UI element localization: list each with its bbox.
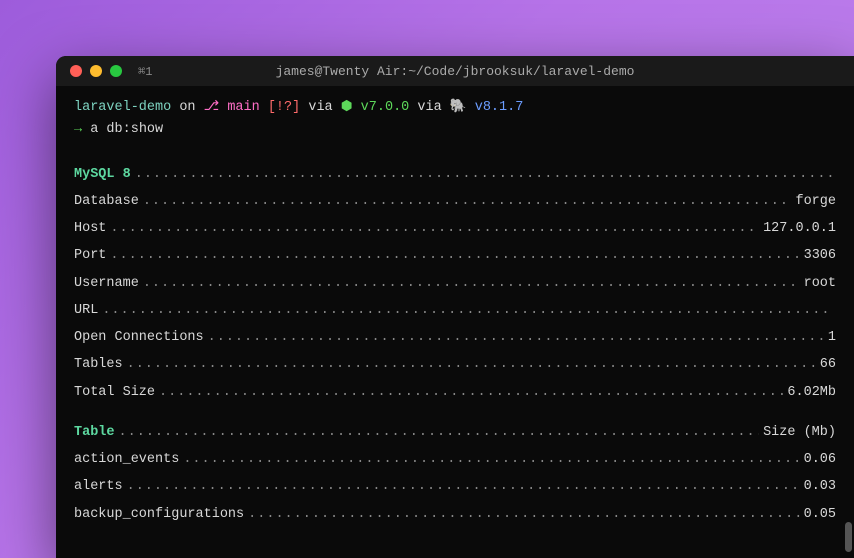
table-header-value: Size (Mb) bbox=[763, 423, 836, 443]
table-name: alerts bbox=[74, 477, 123, 497]
db-info-label: Database bbox=[74, 192, 139, 212]
table-size: 0.03 bbox=[804, 477, 836, 497]
node-icon: ⬢ bbox=[341, 100, 353, 115]
close-button[interactable] bbox=[70, 65, 82, 77]
table-header-row: Table ..................................… bbox=[74, 423, 836, 443]
db-info-label: URL bbox=[74, 301, 98, 321]
table-size: 0.05 bbox=[804, 505, 836, 525]
dots: ........................................… bbox=[183, 450, 799, 470]
dots: ........................................… bbox=[127, 355, 816, 375]
db-info-value: 1 bbox=[828, 328, 836, 348]
dots: ........................................… bbox=[110, 246, 799, 266]
window-title: james@Twenty Air:~/Code/jbrooksuk/larave… bbox=[276, 64, 635, 79]
dots: ........................................… bbox=[135, 165, 832, 185]
db-info-label: Total Size bbox=[74, 383, 155, 403]
dots: ........................................… bbox=[102, 301, 832, 321]
prompt-via-2: via bbox=[417, 100, 441, 115]
db-info-label: Username bbox=[74, 274, 139, 294]
db-info-value: root bbox=[804, 274, 836, 294]
prompt-status: [!?] bbox=[268, 100, 300, 115]
db-info-label: Port bbox=[74, 246, 106, 266]
scrollbar[interactable] bbox=[845, 522, 852, 552]
prompt-node-version: v7.0.0 bbox=[361, 100, 410, 115]
traffic-lights bbox=[70, 65, 122, 77]
db-info-row: Port....................................… bbox=[74, 246, 836, 266]
db-info-row: Username................................… bbox=[74, 274, 836, 294]
db-info-row: Tables..................................… bbox=[74, 355, 836, 375]
db-info-label: Tables bbox=[74, 355, 123, 375]
dots: ........................................… bbox=[143, 274, 800, 294]
terminal-window: ⌘1 james@Twenty Air:~/Code/jbrooksuk/lar… bbox=[56, 56, 854, 558]
dots: ........................................… bbox=[110, 219, 759, 239]
table-row: alerts..................................… bbox=[74, 477, 836, 497]
branch-icon: ⎇ bbox=[204, 100, 220, 115]
prompt-via-1: via bbox=[308, 100, 332, 115]
command-line: → a db:show bbox=[74, 120, 836, 140]
db-info-label: Host bbox=[74, 219, 106, 239]
table-row: backup_configurations...................… bbox=[74, 505, 836, 525]
table-name: backup_configurations bbox=[74, 505, 244, 525]
maximize-button[interactable] bbox=[110, 65, 122, 77]
dots: ........................................… bbox=[119, 423, 760, 443]
db-info-value: 6.02Mb bbox=[787, 383, 836, 403]
db-info-value: 127.0.0.1 bbox=[763, 219, 836, 239]
db-info-label: Open Connections bbox=[74, 328, 204, 348]
titlebar: ⌘1 james@Twenty Air:~/Code/jbrooksuk/lar… bbox=[56, 56, 854, 86]
db-info-section: MySQL 8 ................................… bbox=[74, 165, 836, 403]
dots: ........................................… bbox=[159, 383, 783, 403]
prompt-dir: laravel-demo bbox=[74, 100, 171, 115]
db-info-row: Open Connections........................… bbox=[74, 328, 836, 348]
db-info-value: 66 bbox=[820, 355, 836, 375]
table-size: 0.06 bbox=[804, 450, 836, 470]
db-engine-label: MySQL 8 bbox=[74, 165, 131, 185]
db-info-row: Database................................… bbox=[74, 192, 836, 212]
table-header-label: Table bbox=[74, 423, 115, 443]
db-header-row: MySQL 8 ................................… bbox=[74, 165, 836, 185]
db-info-row: Total Size..............................… bbox=[74, 383, 836, 403]
prompt-php-version: v8.1.7 bbox=[475, 100, 524, 115]
minimize-button[interactable] bbox=[90, 65, 102, 77]
db-info-row: URL.....................................… bbox=[74, 301, 836, 321]
table-row: action_events...........................… bbox=[74, 450, 836, 470]
dots: ........................................… bbox=[143, 192, 792, 212]
db-info-value: 3306 bbox=[804, 246, 836, 266]
command-text: a db:show bbox=[90, 122, 163, 137]
prompt-branch: main bbox=[227, 100, 259, 115]
db-info-row: Host....................................… bbox=[74, 219, 836, 239]
prompt-line: laravel-demo on ⎇ main [!?] via ⬢ v7.0.0… bbox=[74, 98, 836, 118]
db-info-value: forge bbox=[795, 192, 836, 212]
tab-label[interactable]: ⌘1 bbox=[138, 64, 152, 79]
dots: ........................................… bbox=[208, 328, 824, 348]
prompt-arrow: → bbox=[74, 122, 82, 137]
table-name: action_events bbox=[74, 450, 179, 470]
dots: ........................................… bbox=[127, 477, 800, 497]
terminal-content[interactable]: laravel-demo on ⎇ main [!?] via ⬢ v7.0.0… bbox=[56, 86, 854, 558]
prompt-on: on bbox=[179, 100, 195, 115]
dots: ........................................… bbox=[248, 505, 799, 525]
tables-section: Table ..................................… bbox=[74, 423, 836, 525]
php-icon: 🐘 bbox=[450, 100, 467, 115]
